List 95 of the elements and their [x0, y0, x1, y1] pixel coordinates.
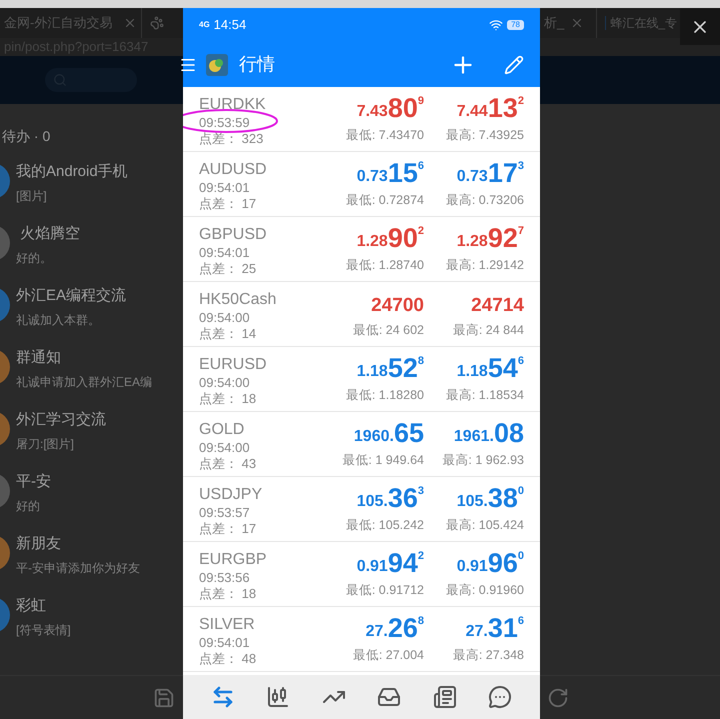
low-price: 最低: 7.43470	[346, 127, 424, 144]
high-price: 最高: 1 962.93	[442, 452, 524, 470]
chat-item[interactable]: 群通知 礼诚申请加入群外汇EA编	[0, 347, 183, 407]
quote-time: 09:53:59	[199, 115, 251, 132]
low-price: 最低: 1 949.64	[342, 452, 424, 470]
symbol-name: SILVER	[199, 615, 256, 635]
app-title: 行情	[239, 53, 275, 76]
chat-name: 火焰腾空	[19, 224, 80, 244]
symbol-name: GBPUSD	[199, 225, 268, 245]
symbol-name: USDJPY	[199, 485, 264, 505]
spread-text: 点差： 18	[199, 391, 258, 408]
chat-name: 群通知	[16, 348, 62, 368]
battery-indicator: 78	[507, 20, 524, 30]
todo-count: 待办 · 0	[2, 127, 50, 146]
symbol-name: HK50Cash	[199, 290, 278, 310]
news-icon	[432, 685, 457, 709]
chat-item[interactable]: 我的Android手机 [图片]	[0, 161, 183, 221]
paw-icon	[150, 16, 164, 30]
high-price: 最高: 0.73206	[446, 192, 524, 210]
quote-time: 09:54:00	[199, 310, 251, 326]
low-price: 最低: 105.242	[346, 517, 424, 534]
bid-price: 1960.65	[354, 420, 424, 447]
wifi-icon	[489, 18, 504, 32]
chat-item[interactable]: 平-安 好的	[0, 471, 183, 531]
chat-item[interactable]: 外汇EA编程交流 礼诚加入本群。	[0, 285, 183, 345]
high-price: 最高: 7.43925	[446, 127, 524, 144]
search-field[interactable]	[45, 68, 137, 92]
low-price: 最低: 24 602	[352, 322, 424, 340]
spread-text: 点差： 18	[199, 586, 258, 602]
chat-preview: 好的	[16, 498, 41, 514]
chat-item[interactable]: 火焰腾空 好的。	[0, 223, 183, 283]
low-price: 最低: 1.28740	[346, 257, 424, 274]
bid-price: 24700	[371, 294, 424, 315]
chat-preview: 屠刀:[图片]	[16, 436, 76, 452]
quote-time: 09:53:56	[199, 570, 251, 586]
quote-time: 09:54:00	[199, 375, 251, 392]
status-time: 14:54	[214, 16, 246, 34]
chat-name: 外汇学习交流	[16, 410, 106, 430]
network-label: 4G	[199, 19, 210, 31]
chat-preview: 平-安申请添加你为好友	[16, 560, 140, 576]
high-price: 最高: 0.91960	[446, 582, 524, 600]
quote-time: 09:54:01	[199, 635, 251, 652]
quote-time: 09:53:57	[199, 505, 251, 522]
spread-text: 点差： 14	[199, 326, 258, 342]
high-price: 最高: 1.18534	[446, 387, 524, 404]
spread-text: 点差： 43	[199, 456, 258, 472]
chat-name: 外汇EA编程交流	[16, 286, 126, 306]
quote-time: 09:54:01	[199, 245, 251, 262]
rotate-icon[interactable]	[547, 686, 569, 708]
app-logo-icon	[205, 52, 229, 76]
spread-text: 点差： 25	[199, 261, 258, 278]
chat-preview: 礼诚加入本群。	[16, 312, 101, 328]
high-price: 最高: 24 844	[452, 322, 524, 340]
quote-time: 09:54:00	[199, 440, 251, 456]
chat-item[interactable]: 外汇学习交流 屠刀:[图片]	[0, 409, 183, 469]
chat-name: 新朋友	[16, 534, 62, 554]
quote-time: 09:54:01	[199, 180, 251, 196]
spread-text: 点差： 48	[199, 651, 258, 668]
high-price: 最高: 105.424	[446, 517, 524, 534]
low-price: 最低: 0.91712	[346, 582, 424, 600]
spread-text: 点差： 17	[199, 196, 258, 212]
chat-name: 平-安	[16, 472, 51, 492]
chat-name: 我的Android手机	[16, 162, 128, 182]
quotes-icon	[210, 685, 235, 709]
symbol-name: AUDUSD	[199, 160, 268, 180]
ask-price: 24714	[471, 294, 524, 315]
chat-icon	[488, 685, 512, 709]
close-icon[interactable]	[570, 16, 584, 30]
low-price: 最低: 1.18280	[346, 387, 424, 404]
quote-row[interactable]: GOLD 09:54:00 点差： 43 1960.65 最低: 1 949.64 1961.08 最高: 1 962.93	[183, 412, 540, 477]
save-icon[interactable]	[153, 686, 175, 708]
edit-icon[interactable]	[504, 54, 524, 74]
chat-name: 彩虹	[16, 596, 47, 616]
chat-preview: [图片]	[16, 188, 48, 204]
chat-item[interactable]: 新朋友 平-安申请添加你为好友	[0, 533, 183, 593]
low-price: 最低: 0.72874	[346, 192, 424, 210]
spread-text: 点差： 323	[199, 131, 264, 148]
close-button[interactable]	[680, 8, 720, 45]
close-icon[interactable]	[123, 16, 137, 30]
chart-icon	[266, 685, 290, 709]
chat-preview: 好的。	[16, 250, 53, 266]
symbol-name: GOLD	[199, 420, 246, 440]
symbol-name: EURUSD	[199, 355, 268, 375]
chat-preview: 礼诚申请加入群外汇EA编	[16, 374, 152, 390]
high-price: 最高: 27.348	[452, 647, 524, 664]
quote-row[interactable]: HK50Cash 09:54:00 点差： 14 24700 最低: 24 602 24714 最高: 24 844	[183, 282, 540, 347]
ask-price: 1961.08	[454, 420, 524, 447]
low-price: 最低: 27.004	[352, 647, 424, 664]
history-icon	[377, 685, 402, 709]
symbol-name: EURDKK	[199, 95, 267, 115]
chat-item[interactable]: 彩虹 [符号表情]	[0, 595, 183, 655]
spread-text: 点差： 17	[199, 521, 258, 538]
symbol-name: EURGBP	[199, 550, 268, 570]
chat-preview: [符号表情]	[16, 622, 71, 638]
high-price: 最高: 1.29142	[446, 257, 524, 274]
